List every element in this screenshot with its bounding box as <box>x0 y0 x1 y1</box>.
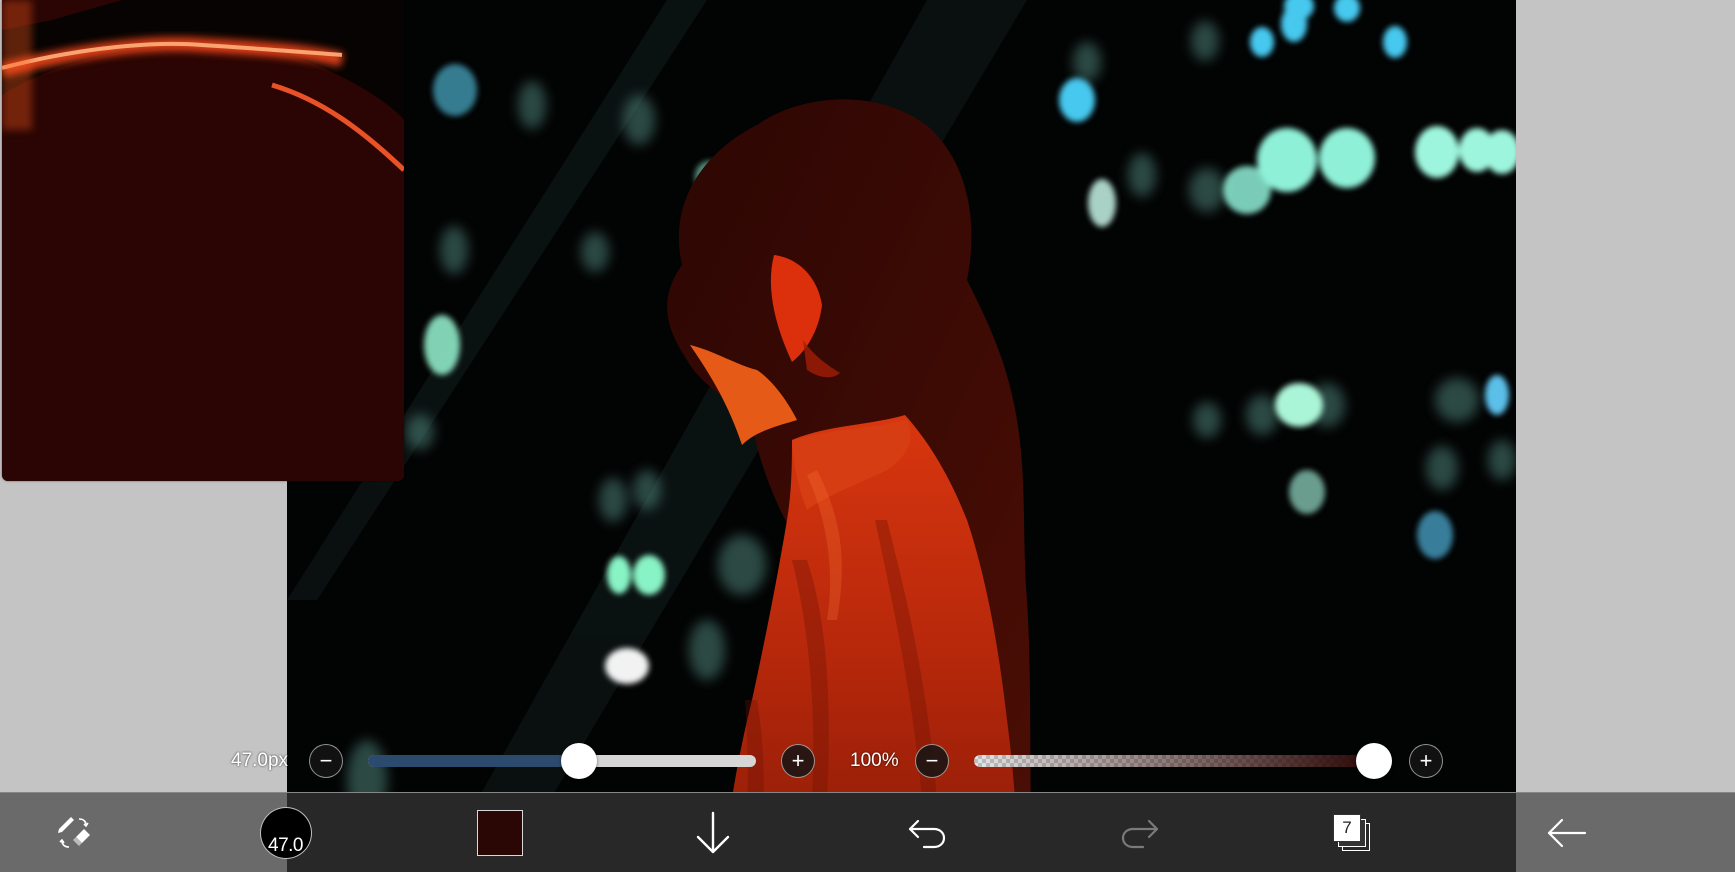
zoom-preview-stroke <box>2 0 404 481</box>
opacity-slider[interactable] <box>974 755 1374 767</box>
layers-icon: 7 <box>1332 813 1372 853</box>
brush-size-indicator: 47.0 <box>260 807 312 859</box>
current-color-swatch <box>477 810 523 856</box>
brush-size-slider-fill <box>368 755 580 767</box>
arrow-down-icon <box>696 811 730 854</box>
opacity-decrease-button[interactable]: − <box>915 744 949 778</box>
drawing-app: 47.0px − + 100% − + 47.0 7 <box>0 0 1735 872</box>
zoom-preview <box>2 0 404 481</box>
brush-size-label: 47.0px <box>231 750 289 771</box>
brush-size-slider-thumb[interactable] <box>561 743 598 779</box>
brush-size-increase-button[interactable]: + <box>781 744 815 778</box>
redo-icon <box>1121 819 1159 849</box>
undo-icon <box>908 819 946 849</box>
bottom-toolbar: 47.0 7 <box>0 792 1735 872</box>
color-picker-button[interactable] <box>470 793 530 872</box>
pen-eraser-toggle-icon <box>58 817 90 848</box>
opacity-increase-button[interactable]: + <box>1409 744 1443 778</box>
brush-controls: 47.0px − + 100% − + <box>0 740 1516 782</box>
brush-size-indicator-label: 47.0 <box>268 835 303 856</box>
download-button[interactable] <box>683 793 743 872</box>
opacity-slider-fill <box>974 755 1374 767</box>
opacity-slider-thumb[interactable] <box>1356 743 1392 779</box>
undo-button[interactable] <box>897 793 957 872</box>
layers-button[interactable]: 7 <box>1322 793 1382 872</box>
opacity-label: 100% <box>850 750 899 771</box>
arrow-left-icon <box>1547 818 1587 848</box>
brush-size-indicator-button[interactable]: 47.0 <box>254 793 318 872</box>
redo-button[interactable] <box>1110 793 1170 872</box>
brush-size-decrease-button[interactable]: − <box>309 744 343 778</box>
layer-count: 7 <box>1333 814 1361 842</box>
pen-eraser-toggle-button[interactable] <box>40 793 110 872</box>
back-button[interactable] <box>1536 793 1596 872</box>
